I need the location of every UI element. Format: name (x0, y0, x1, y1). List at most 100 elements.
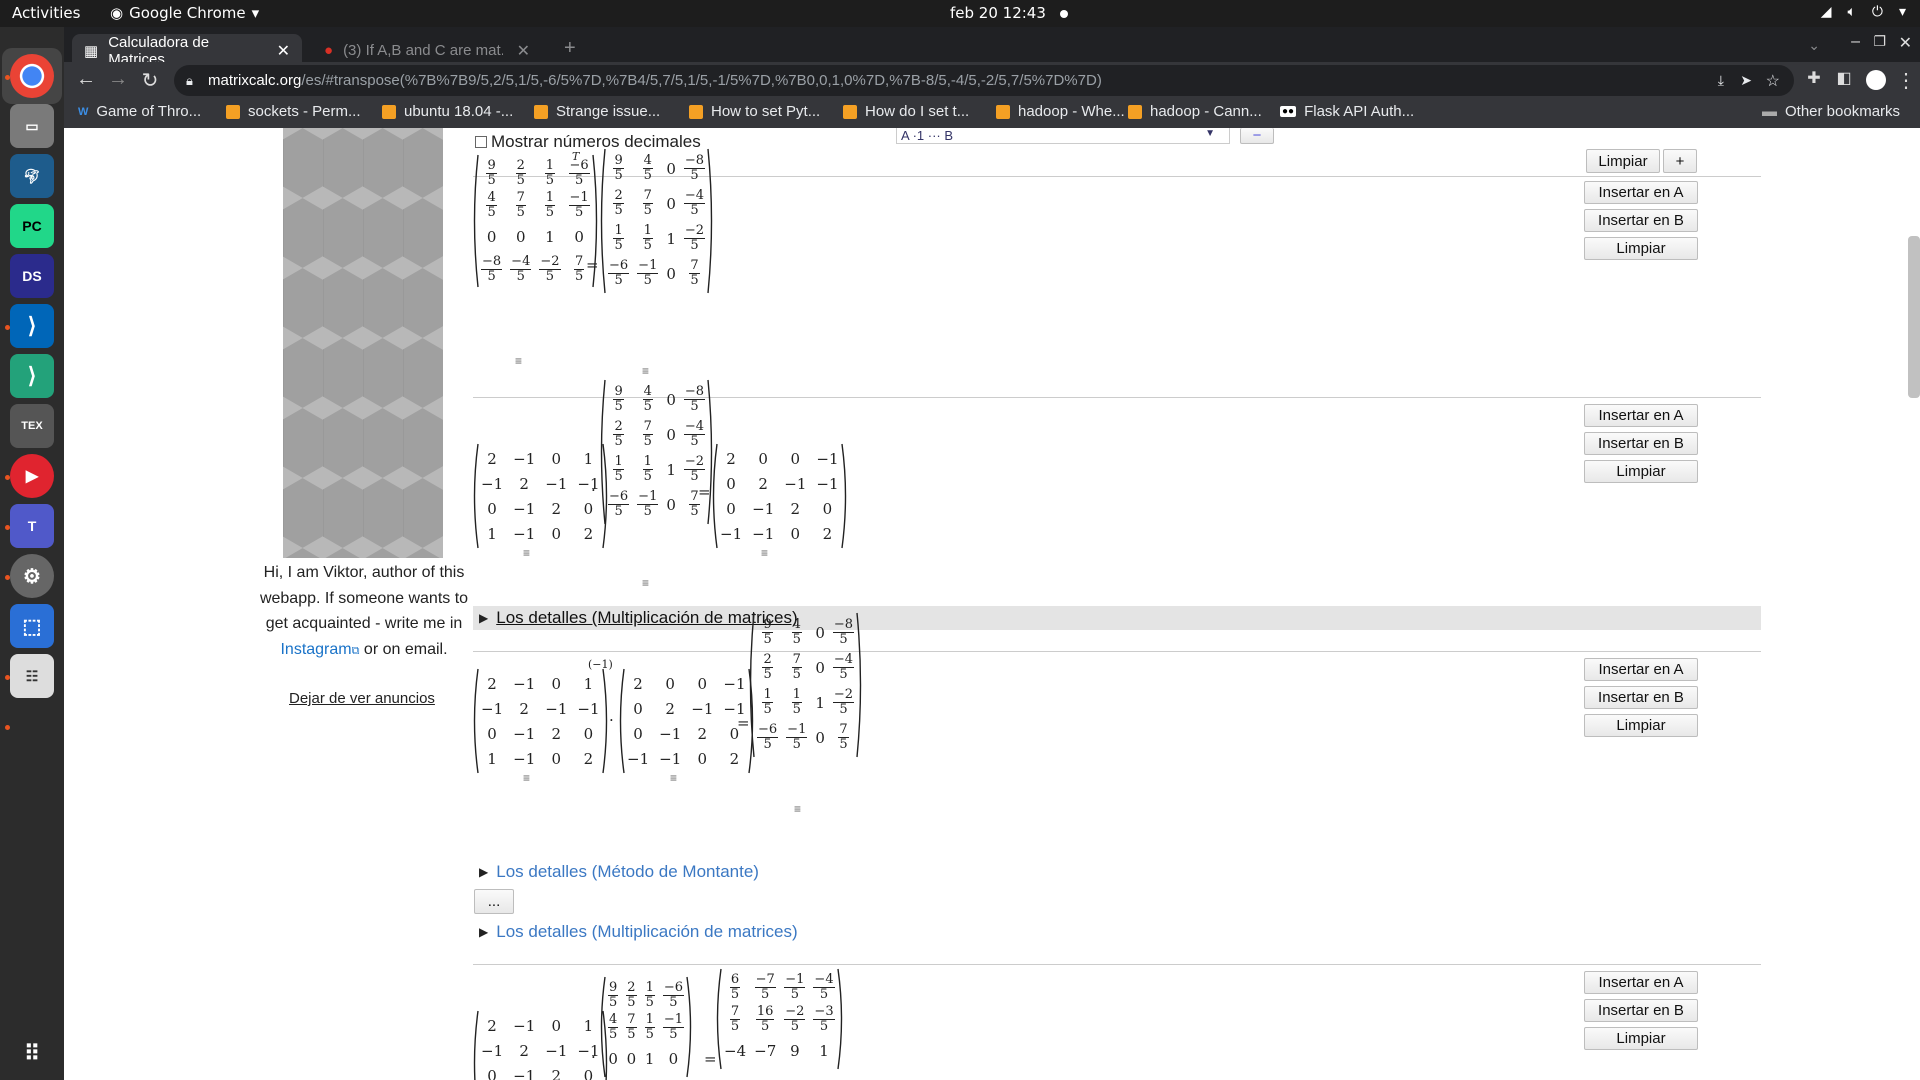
bookmark-item[interactable]: hadoop - Cann... (1128, 103, 1262, 120)
close-icon[interactable]: ✕ (517, 41, 530, 61)
dataspell-icon[interactable]: DS (10, 254, 54, 298)
address-bar[interactable]: 🔒︎ matrixcalc.org/es/#transpose(%7B%7B9/… (174, 65, 1794, 96)
app-menu[interactable]: ◉ Google Chrome ▾ (110, 4, 259, 22)
folder-icon: ▬ (1762, 103, 1777, 120)
chevron-down-icon: ▾ (1898, 4, 1906, 20)
insert-b-button[interactable]: Insertar en B (1584, 999, 1698, 1022)
decorative-pattern (283, 128, 443, 558)
forward-icon[interactable]: → (106, 68, 130, 91)
media-player-icon[interactable]: ▶ (10, 454, 54, 498)
pycharm-icon[interactable]: PC (10, 204, 54, 248)
clear-button[interactable]: Limpiar (1584, 1027, 1698, 1050)
menu-icon[interactable]: ⋮ (1894, 68, 1918, 93)
new-tab-icon[interactable]: + (564, 37, 576, 60)
matrix-cell: −1 (816, 474, 839, 493)
chrome-icon[interactable] (10, 54, 54, 98)
matrix-menu-icon[interactable]: ≡ (523, 771, 530, 785)
vscode-icon[interactable]: ⟩ (10, 304, 54, 348)
star-icon[interactable]: ☆ (1766, 71, 1780, 91)
chevron-down-icon[interactable]: ⌄ (1808, 37, 1820, 54)
insert-a-button[interactable]: Insertar en A (1584, 658, 1698, 681)
teams-icon[interactable]: T (10, 504, 54, 548)
close-window-icon[interactable]: ✕ (1899, 33, 1912, 53)
insert-a-button[interactable]: Insertar en A (1584, 181, 1698, 204)
avatar[interactable] (1866, 70, 1886, 90)
matrix-cell: 95 (486, 157, 497, 188)
bookmark-item[interactable]: ●● Flask API Auth... (1280, 103, 1414, 120)
bookmark-item[interactable]: hadoop - Whe... (996, 103, 1125, 120)
minimize-icon[interactable]: – (1851, 33, 1860, 51)
other-bookmarks[interactable]: ▬ Other bookmarks (1762, 103, 1900, 120)
matrix-cell: 0 (666, 390, 676, 409)
bookmark-item[interactable]: W Game of Thro... (78, 103, 201, 120)
install-icon[interactable]: ⤓ (1718, 72, 1724, 89)
details-multiplication[interactable]: ▶ Los detalles (Multiplicación de matric… (479, 922, 798, 942)
matrix-menu-icon[interactable]: ≡ (523, 546, 530, 560)
screenshot-icon[interactable]: ⬚ (10, 604, 54, 648)
system-tray[interactable]: ◢ 🔈︎ ⏻ ▾ (1821, 4, 1906, 20)
insert-a-button[interactable]: Insertar en A (1584, 404, 1698, 427)
matrix-cell: −1 (691, 699, 714, 718)
minus-button[interactable]: − (1240, 128, 1274, 144)
details-multiplication-expanded[interactable]: ▶ Los detalles (Multiplicación de matric… (473, 606, 1761, 630)
bookmark-item[interactable]: How do I set t... (843, 103, 969, 120)
ellipsis-button[interactable]: ... (474, 889, 514, 914)
side-panel-icon[interactable]: ◧ (1832, 68, 1856, 88)
clear-all-button[interactable]: Limpiar (1586, 149, 1660, 173)
matrix-menu-icon[interactable]: ≡ (794, 802, 801, 816)
url-host: matrixcalc.org (208, 72, 302, 89)
bookmark-item[interactable]: sockets - Perm... (226, 103, 361, 120)
matrix-selector[interactable]: A ·1 ··· B ▼ (896, 128, 1230, 144)
matrix-cell: 1 (583, 1016, 594, 1035)
matrix-menu-icon[interactable]: ≡ (642, 576, 649, 590)
matrix-cell: 95 (762, 617, 773, 647)
matrix-menu-icon[interactable]: ≡ (642, 364, 649, 378)
clock[interactable]: feb 20 12:43 (950, 4, 1068, 22)
decimals-checkbox[interactable] (475, 136, 487, 148)
left-paren (473, 154, 479, 288)
mysql-workbench-icon[interactable]: 🐬︎ (10, 154, 54, 198)
extensions-icon[interactable]: ✚ (1802, 68, 1826, 88)
matrix-cell: 2 (665, 699, 675, 718)
send-icon[interactable]: ➤ (1740, 72, 1752, 89)
running-indicator (5, 475, 10, 480)
insert-b-button[interactable]: Insertar en B (1584, 686, 1698, 709)
bookmark-item[interactable]: ubuntu 18.04 -... (382, 103, 513, 120)
app-grid-icon[interactable]: ⠿ (10, 1032, 54, 1076)
close-icon[interactable]: ✕ (277, 41, 290, 61)
insert-b-button[interactable]: Insertar en B (1584, 432, 1698, 455)
files-icon[interactable]: ▭ (10, 104, 54, 148)
scrollbar-thumb[interactable] (1908, 236, 1920, 398)
matrix-cell: 0 (626, 1050, 637, 1068)
document-viewer-icon[interactable]: ☷ (10, 654, 54, 698)
insert-a-button[interactable]: Insertar en A (1584, 971, 1698, 994)
texmaker-icon[interactable]: TEX (10, 404, 54, 448)
dock: ▭ 🐬︎ PC DS ⟩ ⟩ TEX ▶ T ⚙ ⬚ ☷ ⠿ (0, 27, 64, 1080)
settings-icon[interactable]: ⚙ (10, 554, 54, 598)
activities-button[interactable]: Activities (12, 4, 80, 22)
maximize-icon[interactable]: ❐ (1873, 33, 1886, 50)
matrix-cell: −7 5 (754, 971, 776, 1002)
back-icon[interactable]: ← (74, 68, 98, 91)
instagram-link[interactable]: Instagram (280, 641, 351, 658)
matrix-menu-icon[interactable]: ≡ (515, 354, 522, 368)
clear-button[interactable]: Limpiar (1584, 237, 1698, 260)
triangle-right-icon: ▶ (479, 925, 489, 939)
stop-ads-link[interactable]: Dejar de ver anuncios (289, 690, 435, 707)
matrix-cell: 0 (583, 499, 594, 518)
matrix-menu-icon[interactable]: ≡ (670, 771, 677, 785)
insert-b-button[interactable]: Insertar en B (1584, 209, 1698, 232)
matrix-cell: 0 (487, 724, 497, 743)
matrix-menu-icon[interactable]: ≡ (761, 546, 768, 560)
bookmark-item[interactable]: Strange issue... (534, 103, 660, 120)
clear-button[interactable]: Limpiar (1584, 714, 1698, 737)
matrix-cell: 2 (551, 1066, 562, 1080)
matrix: 2 0 0 −1 0 2 −1 −1 0 −1 2 0 −1 −1 0 2 (710, 443, 849, 549)
clear-button[interactable]: Limpiar (1584, 460, 1698, 483)
details-montante[interactable]: ▶ Los detalles (Método de Montante) (479, 862, 759, 882)
bookmark-item[interactable]: How to set Pyt... (689, 103, 820, 120)
reload-icon[interactable]: ↻ (138, 68, 162, 93)
vscodium-icon[interactable]: ⟩ (10, 354, 54, 398)
add-button[interactable]: + (1663, 149, 1697, 173)
browser-toolbar: ← → ↻ 🔒︎ matrixcalc.org/es/#transpose(%7… (64, 62, 1920, 98)
